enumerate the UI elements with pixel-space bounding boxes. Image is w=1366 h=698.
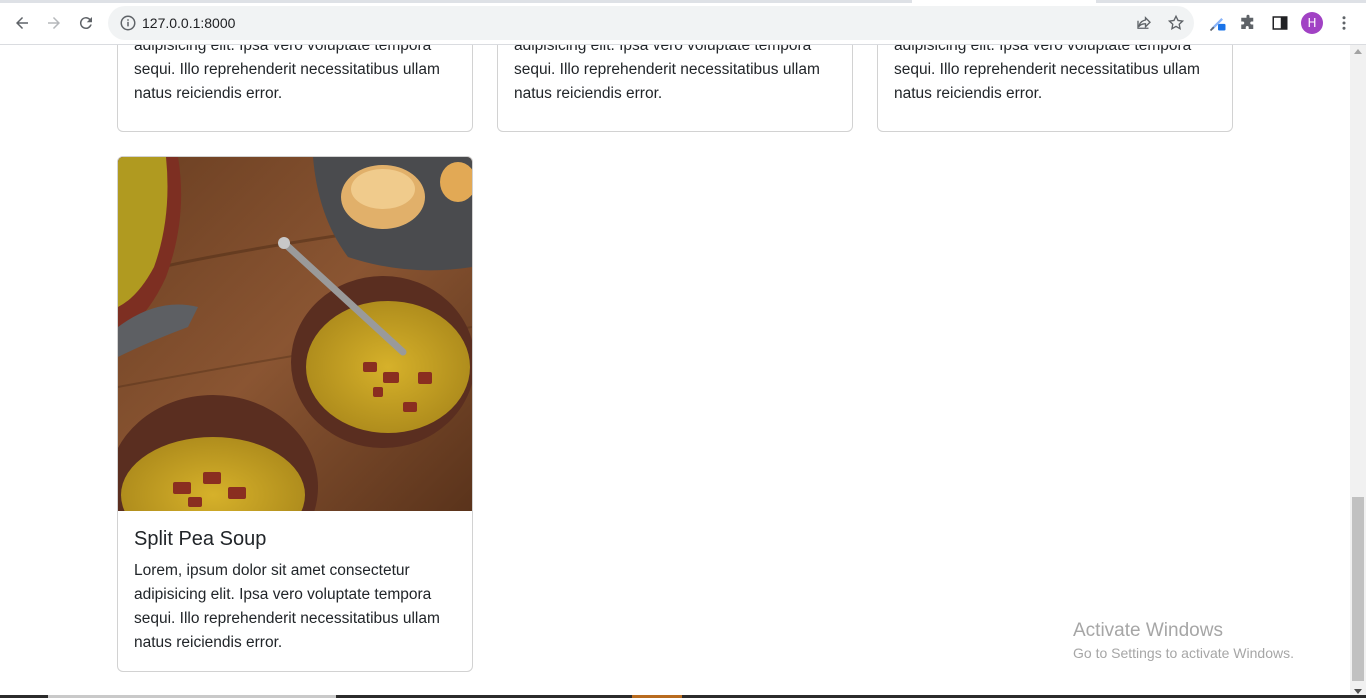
card-text: adipisicing elit. Ipsa vero voluptate te… — [514, 45, 820, 102]
windows-activation-watermark: Activate Windows Go to Settings to activ… — [1073, 620, 1294, 664]
page-viewport: adipisicing elit. Ipsa vero voluptate te… — [0, 45, 1350, 698]
star-icon[interactable] — [1167, 14, 1185, 32]
extension-pen-button[interactable] — [1207, 12, 1229, 34]
card-text: adipisicing elit. Ipsa vero voluptate te… — [134, 45, 440, 102]
card-text: adipisicing elit. Ipsa vero voluptate te… — [894, 45, 1200, 102]
recipe-card: adipisicing elit. Ipsa vero voluptate te… — [497, 45, 853, 132]
forward-icon — [48, 17, 60, 29]
menu-button[interactable] — [1333, 12, 1355, 34]
browser-toolbar: 127.0.0.1:8000 H — [0, 0, 1366, 45]
back-icon — [16, 17, 28, 29]
card-body: Split Pea Soup Lorem, ipsum dolor sit am… — [118, 511, 472, 671]
side-panel-button[interactable] — [1269, 12, 1291, 34]
active-tab-edge[interactable] — [912, 0, 1096, 3]
reload-button[interactable] — [72, 9, 100, 37]
card-text: Lorem, ipsum dolor sit amet consectetur … — [134, 562, 440, 651]
recipe-card: adipisicing elit. Ipsa vero voluptate te… — [877, 45, 1233, 132]
forward-button[interactable] — [40, 9, 68, 37]
vertical-scrollbar[interactable] — [1350, 45, 1366, 698]
share-icon[interactable] — [1135, 14, 1153, 32]
address-bar[interactable]: 127.0.0.1:8000 — [108, 6, 1194, 40]
extension-pen-icon — [1209, 18, 1226, 32]
kebab-menu-icon — [1342, 16, 1346, 30]
url-text[interactable]: 127.0.0.1:8000 — [142, 15, 235, 31]
tab-strip — [0, 0, 1366, 3]
puzzle-icon — [1241, 14, 1254, 29]
info-icon[interactable] — [119, 14, 137, 32]
soup-image — [118, 157, 472, 511]
reload-icon — [79, 17, 92, 30]
profile-avatar[interactable]: H — [1301, 12, 1323, 34]
watermark-subtitle: Go to Settings to activate Windows. — [1073, 645, 1294, 661]
side-panel-icon — [1272, 16, 1288, 30]
extensions-button[interactable] — [1237, 12, 1259, 34]
recipe-card-split-pea-soup: Split Pea Soup Lorem, ipsum dolor sit am… — [117, 156, 473, 672]
scroll-thumb[interactable] — [1352, 497, 1364, 681]
back-button[interactable] — [8, 9, 36, 37]
card-title: Split Pea Soup — [134, 528, 267, 550]
scroll-down-arrow[interactable] — [1354, 689, 1362, 694]
recipe-card: adipisicing elit. Ipsa vero voluptate te… — [117, 45, 473, 132]
watermark-title: Activate Windows — [1073, 620, 1223, 641]
scroll-up-arrow[interactable] — [1354, 49, 1362, 54]
